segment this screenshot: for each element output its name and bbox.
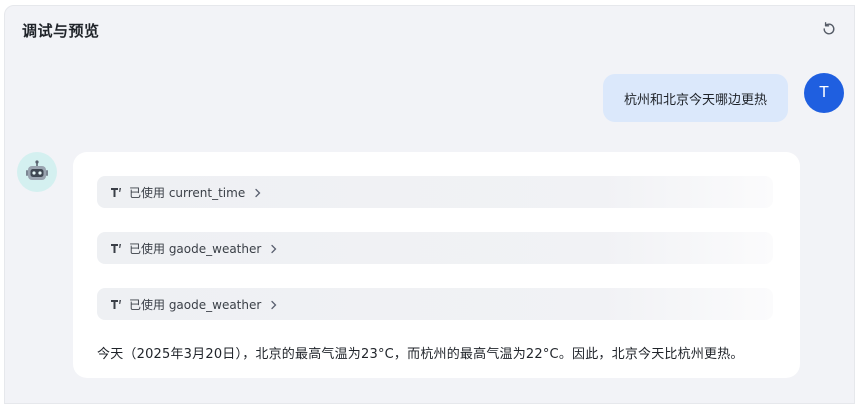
- chevron-right-icon: [253, 187, 263, 198]
- tool-call-chip[interactable]: 已使用 current_time: [97, 176, 773, 208]
- debug-preview-panel: 调试与预览 杭州和北京今天哪边更热 T 已使用 current_time 已使用…: [4, 5, 855, 404]
- user-message-bubble: 杭州和北京今天哪边更热: [603, 74, 788, 122]
- tool-icon: [109, 297, 123, 311]
- tool-icon: [109, 185, 123, 199]
- refresh-icon[interactable]: [820, 20, 838, 38]
- bot-answer-text: 今天（2025年3月20日），北京的最高气温为23°C，而杭州的最高气温为22°…: [97, 347, 744, 362]
- user-message-text: 杭州和北京今天哪边更热: [623, 92, 767, 108]
- user-avatar: T: [804, 73, 844, 113]
- tool-call-chip[interactable]: 已使用 gaode_weather: [97, 288, 773, 320]
- chevron-right-icon: [269, 243, 279, 254]
- user-avatar-letter: T: [819, 84, 829, 101]
- panel-title: 调试与预览: [22, 22, 100, 40]
- robot-icon: [17, 152, 57, 192]
- tool-icon: [109, 241, 123, 255]
- tool-call-label: 已使用 gaode_weather: [129, 297, 262, 312]
- tool-call-label: 已使用 gaode_weather: [129, 241, 262, 256]
- bot-message-card: 已使用 current_time 已使用 gaode_weather 已使用 g…: [73, 152, 800, 378]
- chevron-right-icon: [269, 299, 279, 310]
- tool-call-chip[interactable]: 已使用 gaode_weather: [97, 232, 773, 264]
- tool-call-label: 已使用 current_time: [129, 185, 246, 200]
